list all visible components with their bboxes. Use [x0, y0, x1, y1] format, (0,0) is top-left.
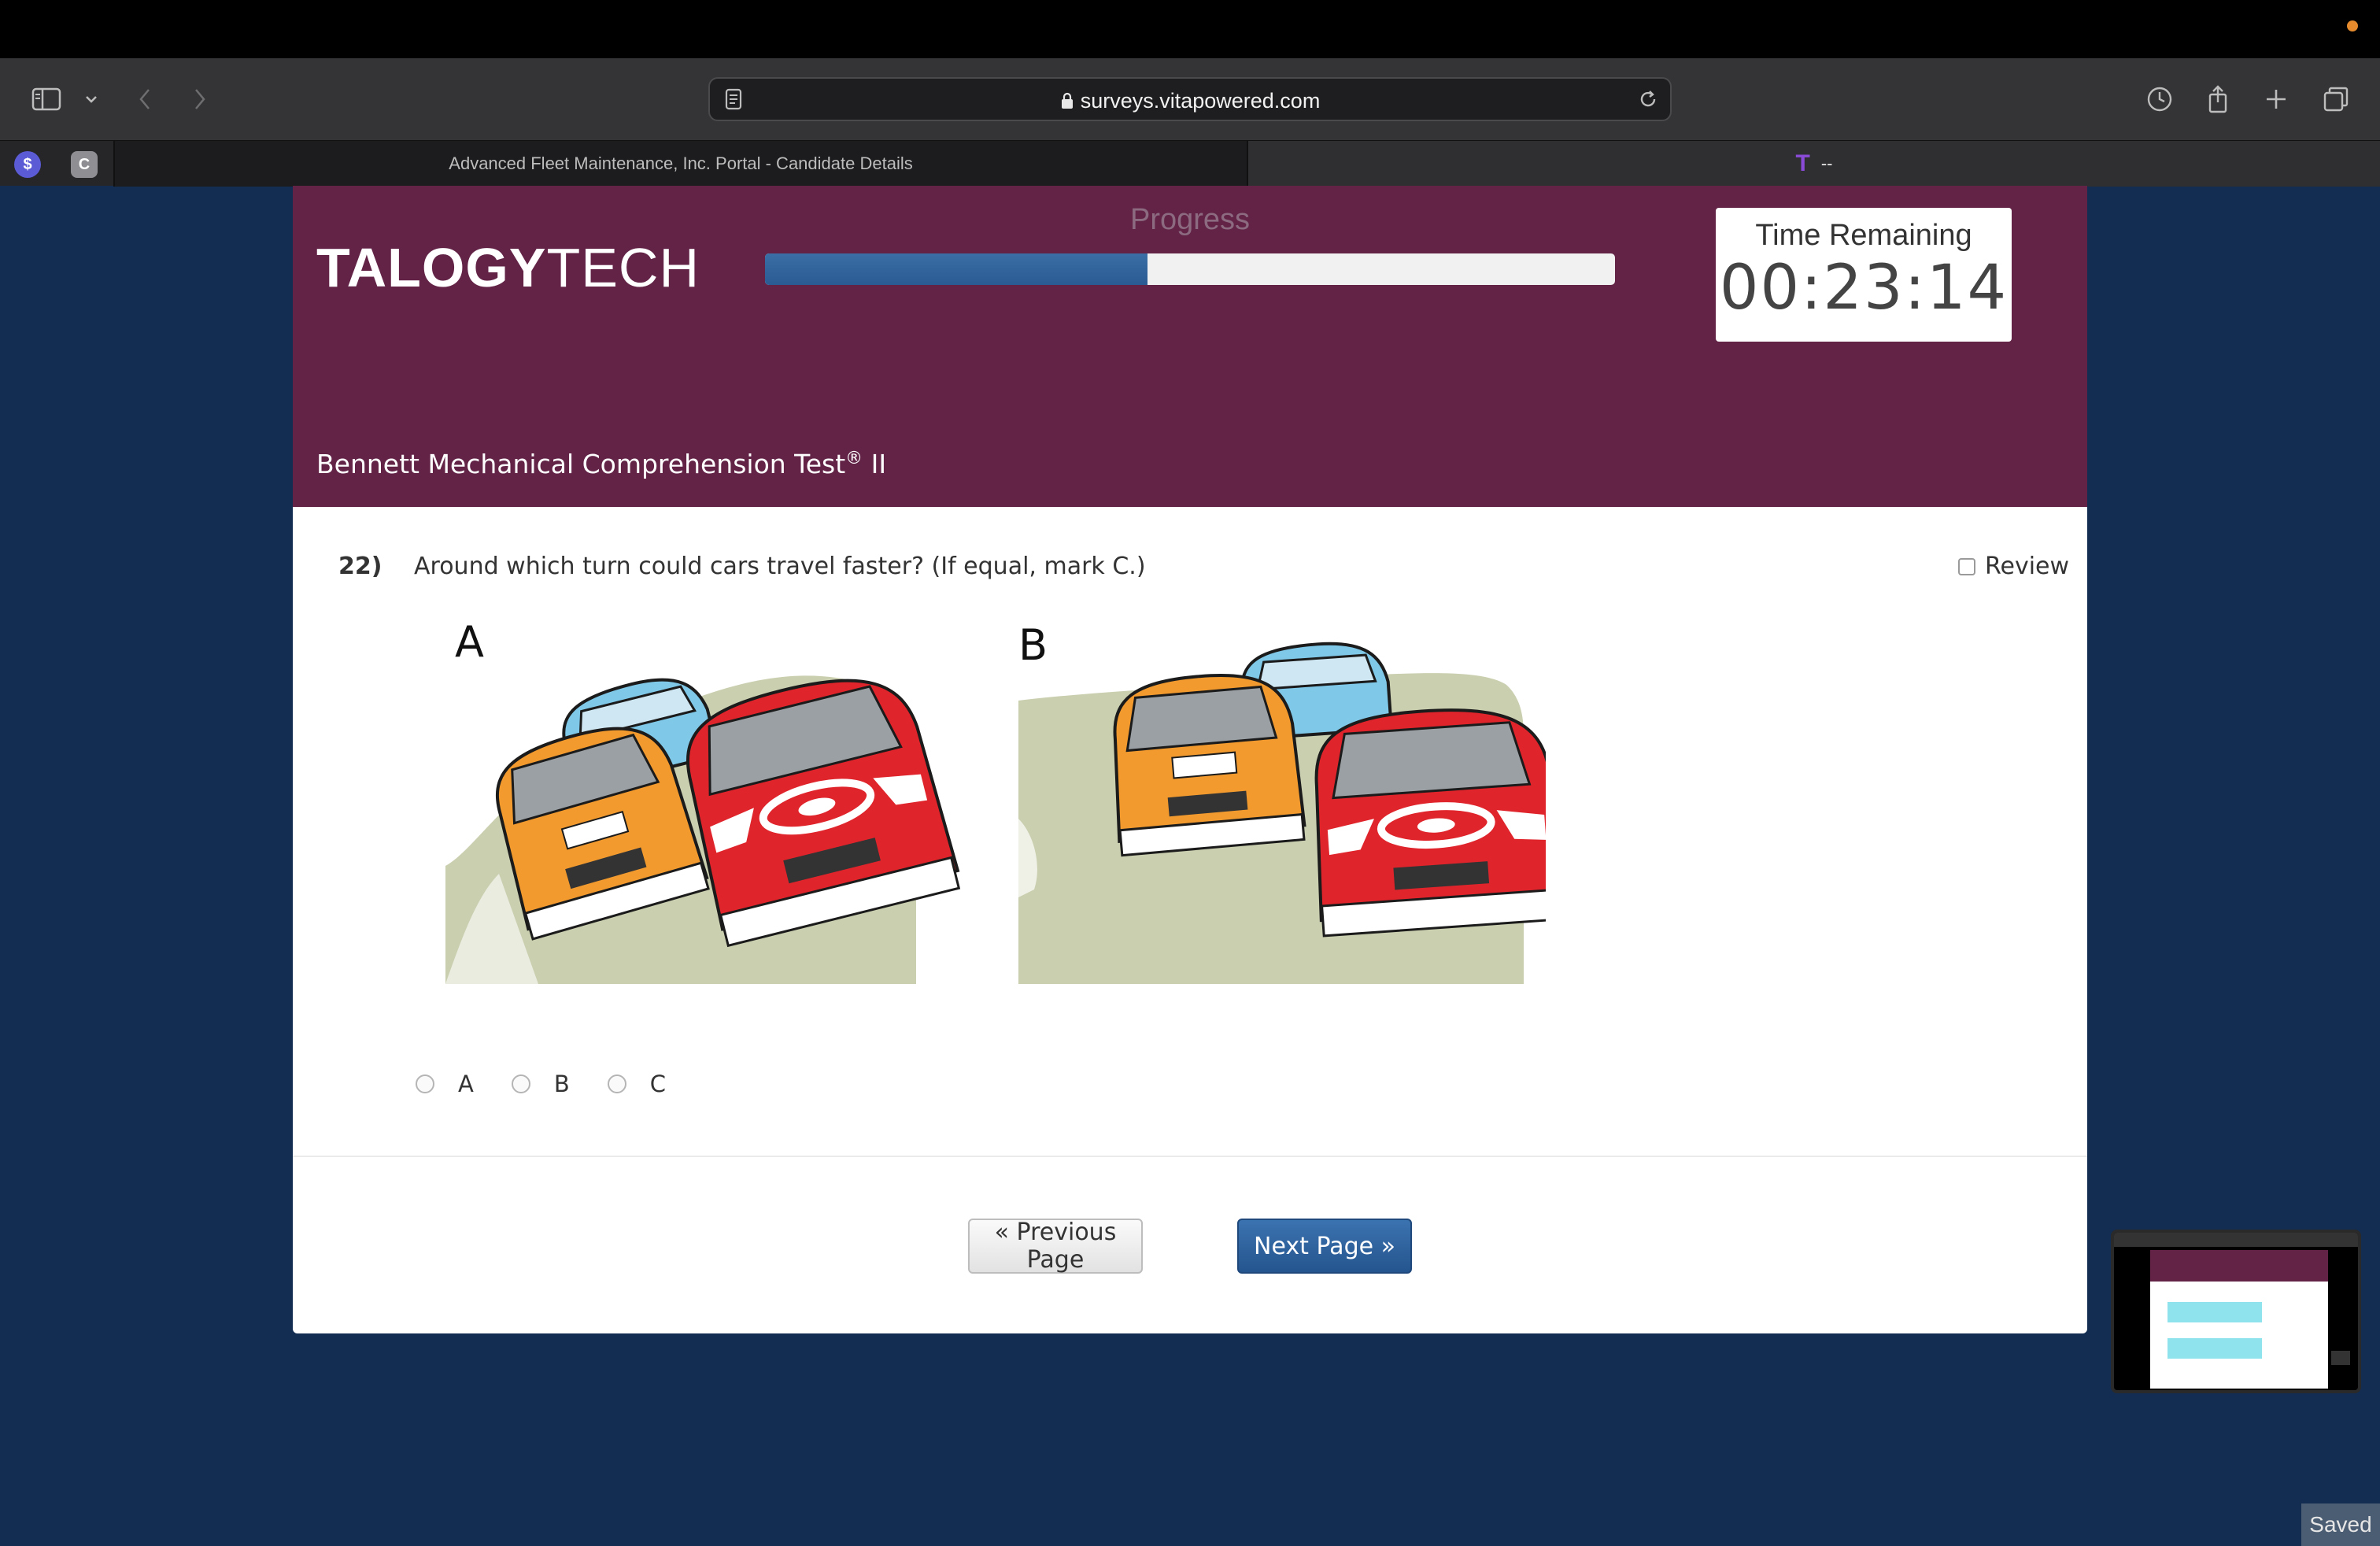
footer-divider	[293, 1156, 2087, 1157]
thumbnail-figure-1	[2168, 1302, 2262, 1322]
option-label: B	[553, 1071, 570, 1097]
share-icon[interactable]	[2199, 80, 2237, 118]
chevron-down-icon[interactable]	[76, 80, 107, 118]
survey-page: TALOGYTECH Progress Time Remaining 00:23…	[293, 186, 2087, 1333]
review-label: Review	[1985, 553, 2070, 580]
next-page-button[interactable]: Next Page »	[1237, 1219, 1412, 1274]
thumbnail-header	[2150, 1250, 2328, 1282]
logo-light: TECH	[546, 237, 700, 298]
timer-value: 00:23:14	[1719, 253, 2009, 324]
previous-page-button[interactable]: « Previous Page	[968, 1219, 1143, 1274]
registered-mark: ®	[845, 449, 863, 468]
option-b-radio[interactable]	[511, 1074, 530, 1093]
tab-survey[interactable]: T --	[1247, 141, 2380, 187]
tab-overview-icon[interactable]	[2317, 80, 2355, 118]
thumbnail-page	[2150, 1250, 2328, 1389]
option-b[interactable]: B	[511, 1071, 570, 1097]
reload-icon[interactable]	[1635, 87, 1661, 115]
test-title-text: Bennett Mechanical Comprehension Test	[316, 449, 846, 479]
test-title-suffix: II	[863, 449, 887, 479]
logo-bold: TALOGY	[316, 237, 547, 298]
lock-icon	[1060, 91, 1074, 116]
forward-arrow-icon[interactable]	[181, 80, 219, 118]
option-c-radio[interactable]	[607, 1074, 626, 1093]
tab-label: Advanced Fleet Maintenance, Inc. Portal …	[449, 153, 913, 173]
figure-panel-a: A	[445, 617, 961, 984]
thumbnail-badge	[2331, 1351, 2350, 1365]
test-title: Bennett Mechanical Comprehension Test® I…	[316, 449, 886, 479]
tab-bar: $ C Advanced Fleet Maintenance, Inc. Por…	[0, 140, 2380, 187]
answer-options: A B C	[416, 1071, 704, 1097]
progress-bar	[765, 253, 1615, 285]
question-text: Around which turn could cars travel fast…	[414, 553, 1146, 580]
pinned-tab-dollar-icon[interactable]: $	[14, 151, 41, 178]
pinned-tab-glyph: $	[23, 155, 32, 173]
option-label: C	[649, 1071, 666, 1097]
option-c[interactable]: C	[607, 1071, 666, 1097]
option-a[interactable]: A	[416, 1071, 474, 1097]
back-arrow-icon[interactable]	[126, 80, 164, 118]
figure-label-b: B	[1018, 620, 1048, 670]
thumbnail-toolbar	[2114, 1233, 2358, 1247]
screen-thumbnail-preview[interactable]	[2111, 1230, 2361, 1393]
url-text: surveys.vitapowered.com	[710, 89, 1670, 116]
timer-label: Time Remaining	[1755, 219, 1972, 252]
new-tab-plus-icon[interactable]	[2257, 80, 2295, 118]
question-figure: A B	[428, 614, 1546, 992]
red-car-b	[1314, 708, 1546, 938]
figure-panel-b: B	[1018, 620, 1546, 984]
url-value: surveys.vitapowered.com	[1080, 89, 1321, 113]
history-clock-icon[interactable]	[2141, 80, 2179, 118]
review-checkbox-box[interactable]	[1958, 557, 1975, 575]
talogy-favicon-icon: T	[1795, 150, 1810, 176]
orange-car-b	[1113, 674, 1306, 857]
progress-label: Progress	[1129, 203, 1251, 236]
time-remaining-box: Time Remaining 00:23:14	[1716, 208, 2012, 342]
question-number: 22)	[338, 553, 382, 580]
review-checkbox[interactable]: Review	[1958, 553, 2069, 580]
sidebar-toggle-icon[interactable]	[28, 80, 66, 118]
recording-indicator-icon	[2347, 20, 2358, 31]
pinned-tab-glyph: C	[78, 155, 91, 173]
pinned-tab-c-icon[interactable]: C	[71, 151, 98, 178]
option-a-radio[interactable]	[416, 1074, 434, 1093]
address-bar[interactable]: surveys.vitapowered.com	[708, 77, 1672, 121]
talogy-tech-logo: TALOGYTECH	[316, 236, 700, 299]
thumbnail-figure-2	[2168, 1338, 2262, 1359]
saved-status: Saved	[2301, 1503, 2380, 1546]
tab-candidate-details[interactable]: Advanced Fleet Maintenance, Inc. Portal …	[115, 141, 1247, 187]
tab-label: --	[1820, 153, 1833, 173]
option-label: A	[458, 1071, 474, 1097]
menubar	[0, 0, 2380, 58]
figure-label-a: A	[455, 617, 484, 667]
survey-header: TALOGYTECH Progress Time Remaining 00:23…	[293, 186, 2087, 507]
progress-bar-fill	[765, 253, 1148, 285]
browser-toolbar: surveys.vitapowered.com	[0, 58, 2380, 140]
